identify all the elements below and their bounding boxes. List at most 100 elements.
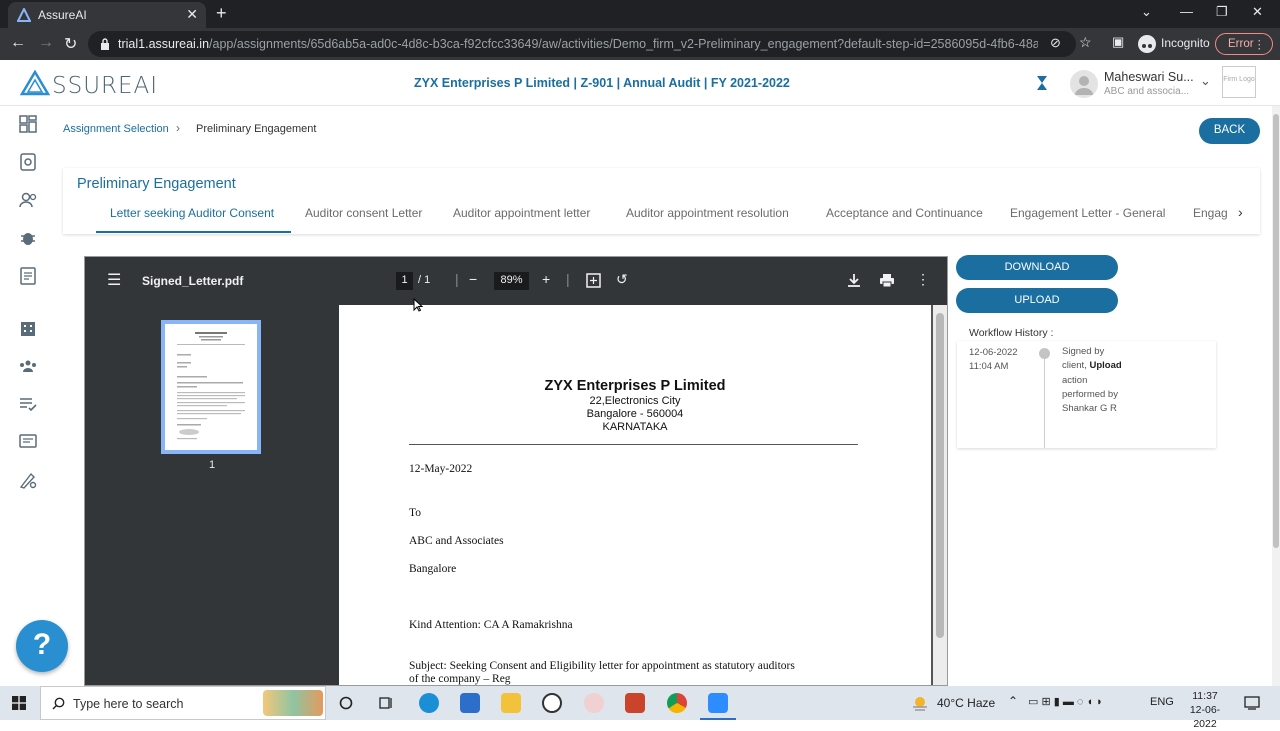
mouse-cursor-icon [413, 298, 423, 312]
upload-button[interactable]: UPLOAD [956, 288, 1118, 313]
user-name[interactable]: Maheswari Su... [1104, 70, 1194, 84]
hourglass-icon[interactable] [1036, 75, 1048, 91]
workflow-datetime: 12-06-2022 11:04 AM [969, 346, 1018, 374]
settings-tools-icon[interactable] [18, 470, 38, 490]
back-arrow-icon[interactable]: ← [10, 34, 26, 52]
tab-engagement-letter-general[interactable]: Engagement Letter - General [1010, 206, 1165, 220]
window-close-button[interactable]: ✕ [1252, 4, 1263, 20]
page-scrollbar[interactable] [1272, 106, 1280, 686]
zoom-input[interactable]: 89% [494, 272, 529, 290]
language-indicator[interactable]: ENG [1150, 696, 1174, 708]
breadcrumb-assignment-selection[interactable]: Assignment Selection [63, 123, 169, 135]
dell-icon[interactable] [542, 693, 562, 713]
incognito-icon [1138, 35, 1156, 53]
forward-arrow-icon[interactable]: → [38, 34, 54, 52]
step-tabs-card: Preliminary Engagement Letter seeking Au… [63, 168, 1260, 234]
letter-address-3: KARNATAKA [602, 421, 668, 433]
weather-text[interactable]: 40°C Haze [937, 696, 995, 710]
tab-search-icon[interactable]: ⌄ [1141, 4, 1152, 20]
workflow-entry: Signed by client, Upload action performe… [1062, 345, 1122, 416]
breadcrumb-current: Preliminary Engagement [196, 123, 317, 135]
checklist-icon[interactable] [18, 394, 38, 414]
users-icon[interactable] [18, 190, 38, 210]
bug-icon[interactable] [18, 228, 38, 248]
reload-icon[interactable]: ↻ [64, 34, 77, 54]
url-text: trial1.assureai.in/app/assignments/65d6a… [118, 37, 1038, 51]
letter-address-1: 22,Electronics City [589, 395, 681, 407]
restore-button[interactable]: ❐ [1216, 4, 1228, 20]
snipping-tool-icon[interactable] [584, 693, 604, 713]
team-icon[interactable] [18, 356, 38, 376]
mail-icon[interactable] [460, 693, 480, 713]
zoom-in-icon[interactable]: + [542, 271, 550, 287]
system-tray-icons[interactable]: ▭ ⊞ ▮ ▬ ◌ ◖ ◗ [1028, 695, 1103, 708]
task-view-icon[interactable] [378, 695, 394, 711]
search-document-icon[interactable] [18, 152, 38, 172]
weather-haze-icon[interactable] [911, 695, 929, 711]
pdf-scrollbar-thumb[interactable] [936, 313, 944, 638]
letter-to: To [409, 507, 421, 519]
close-tab-icon[interactable]: ✕ [186, 6, 198, 23]
download-button[interactable]: DOWNLOAD [956, 255, 1118, 280]
edge-icon[interactable] [419, 693, 439, 713]
eye-off-icon[interactable]: ⊘ [1050, 35, 1061, 51]
sidepanel-icon[interactable]: ▣ [1112, 34, 1124, 50]
page-title: Preliminary Engagement [77, 176, 236, 192]
chevron-right-icon: › [176, 121, 180, 135]
tab-letter-seeking-auditor-consent[interactable]: Letter seeking Auditor Consent [110, 206, 274, 220]
tabs-scroll-right-icon[interactable]: › [1238, 204, 1243, 220]
show-hidden-icons-icon[interactable]: ⌃ [1008, 694, 1018, 708]
assignment-title: ZYX Enterprises P Limited | Z-901 | Annu… [414, 76, 790, 90]
tab-auditor-appointment-letter[interactable]: Auditor appointment letter [453, 206, 590, 220]
avatar[interactable] [1070, 70, 1098, 98]
menu-icon[interactable]: ☰ [107, 270, 121, 290]
letter-divider [409, 444, 858, 445]
print-icon[interactable] [879, 273, 895, 288]
fit-page-icon[interactable] [586, 273, 601, 288]
file-explorer-icon[interactable] [501, 693, 521, 713]
taskbar-clock[interactable]: 11:37 12-06-2022 [1180, 689, 1230, 731]
windows-start-icon[interactable] [12, 696, 26, 710]
firm-logo: Firm Logo [1222, 66, 1256, 98]
active-tab-indicator [96, 231, 291, 233]
workflow-action: Upload [1089, 360, 1122, 372]
toolbar-divider: | [455, 271, 459, 287]
page-thumbnail[interactable] [161, 320, 261, 454]
powerpoint-icon[interactable] [625, 693, 645, 713]
pdf-viewer: ☰ Signed_Letter.pdf 1 / 1 | − 89% + | ↺ … [84, 256, 948, 686]
letter-subject-1: Subject: Seeking Consent and Eligibility… [409, 660, 795, 672]
document-list-icon[interactable] [18, 266, 38, 286]
chrome-icon[interactable] [667, 693, 687, 713]
thumbnail-page-number: 1 [208, 459, 216, 471]
thumbnail-panel: 1 [85, 305, 339, 685]
minimize-button[interactable]: — [1180, 4, 1193, 19]
pdf-scrollbar[interactable] [933, 305, 947, 685]
tab-auditor-appointment-resolution[interactable]: Auditor appointment resolution [626, 206, 789, 220]
tab-auditor-consent-letter[interactable]: Auditor consent Letter [305, 206, 422, 220]
tab-engagement-truncated[interactable]: Engag [1193, 206, 1228, 220]
tab-acceptance-and-continuance[interactable]: Acceptance and Continuance [826, 206, 983, 220]
rotate-icon[interactable]: ↺ [616, 271, 628, 288]
error-button[interactable]: Error ⋮ [1215, 33, 1273, 55]
taskbar-search[interactable]: Type here to search [40, 686, 326, 720]
building-icon[interactable] [18, 318, 38, 338]
back-button[interactable]: BACK [1199, 118, 1260, 144]
new-tab-button[interactable]: + [216, 3, 227, 24]
notifications-icon[interactable] [1244, 696, 1260, 710]
message-board-icon[interactable] [18, 432, 38, 452]
dashboard-icon[interactable] [18, 114, 38, 134]
address-bar[interactable]: trial1.assureai.in/app/assignments/65d6a… [88, 31, 1076, 57]
clock-time: 11:37 [1192, 690, 1218, 702]
chevron-down-icon[interactable]: ⌄ [1200, 73, 1211, 89]
bookmark-star-icon[interactable]: ☆ [1079, 34, 1092, 51]
help-button[interactable]: ? [16, 620, 68, 672]
zoom-out-icon[interactable]: − [469, 271, 477, 287]
download-icon[interactable] [847, 273, 861, 288]
zoom-app-icon[interactable] [708, 693, 728, 713]
page-number-input[interactable]: 1 [396, 272, 413, 290]
cortana-icon[interactable] [339, 696, 353, 710]
side-nav [0, 106, 56, 686]
browser-tab[interactable]: AssureAI ✕ [8, 2, 206, 28]
page-scrollbar-thumb[interactable] [1273, 114, 1279, 548]
more-options-icon[interactable]: ⋮ [916, 271, 930, 288]
